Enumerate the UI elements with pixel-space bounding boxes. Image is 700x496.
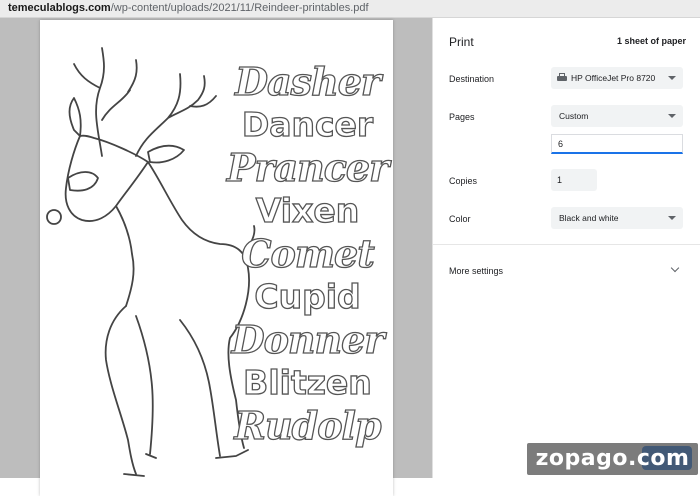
custom-pages-input[interactable]: 6 [551,134,683,154]
reindeer-name: Blitzen [243,362,373,402]
watermark: zopago.com [527,443,698,475]
reindeer-name: Vixen [255,190,360,230]
destination-value: HP OfficeJet Pro 8720 [571,73,656,83]
destination-label: Destination [449,74,495,84]
url-text[interactable]: temeculablogs.com/wp-content/uploads/202… [8,2,369,14]
reindeer-name: Dasher [234,59,381,104]
address-bar[interactable]: temeculablogs.com/wp-content/uploads/202… [0,0,700,18]
chevron-down-icon[interactable] [670,263,680,273]
pages-value: Custom [559,111,589,121]
print-preview-area: Dasher Dancer Prancer Vixen Comet Cupid … [0,18,432,496]
watermark-text: zopago.com [535,446,690,471]
url-host: temeculablogs.com [8,2,111,14]
color-value: Black and white [559,213,619,223]
more-settings-toggle[interactable]: More settings [449,266,503,276]
reindeer-names-list: Dasher Dancer Prancer Vixen Comet Cupid … [220,59,393,448]
reindeer-name: Dancer [241,104,374,144]
chevron-down-icon [668,114,676,118]
color-select[interactable]: Black and white [551,207,683,229]
printer-icon [557,73,567,82]
copies-value: 1 [557,175,563,185]
copies-input[interactable]: 1 [551,169,597,191]
chevron-down-icon [668,216,676,220]
reindeer-name: Donner [231,317,385,362]
pages-label: Pages [449,112,475,122]
panel-title: Print [449,35,474,49]
sheet-count: 1 sheet of paper [616,36,686,46]
chevron-down-icon [668,76,676,80]
reindeer-name: Cupid [254,276,362,316]
url-path: /wp-content/uploads/2021/11/Reindeer-pri… [110,2,369,14]
section-divider [433,244,700,245]
custom-pages-value: 6 [558,139,564,149]
copies-label: Copies [449,176,478,186]
reindeer-name: Comet [241,231,376,276]
destination-select[interactable]: HP OfficeJet Pro 8720 [551,67,683,89]
pages-select[interactable]: Custom [551,105,683,127]
reindeer-name: Prancer [226,145,389,190]
print-settings-panel: Print 1 sheet of paper Destination HP Of… [432,18,700,478]
reindeer-name: Rudolp [234,403,382,448]
preview-page: Dasher Dancer Prancer Vixen Comet Cupid … [40,20,393,496]
color-label: Color [449,214,471,224]
